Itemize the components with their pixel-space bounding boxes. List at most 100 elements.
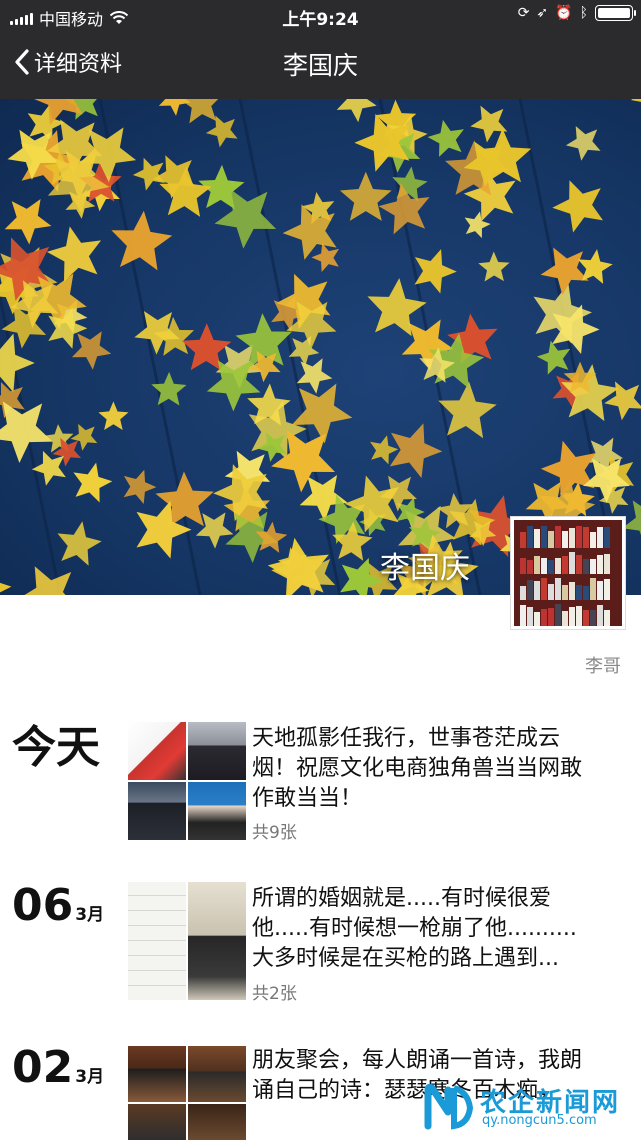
book-spine — [569, 528, 575, 548]
photo-thumbnail — [188, 1046, 246, 1102]
post-date: 02 3月 — [12, 1046, 104, 1090]
book-spine — [569, 582, 575, 600]
leaf-shape — [577, 249, 613, 284]
book-spine — [590, 578, 596, 600]
leaf-shape — [195, 512, 234, 549]
post-text: 所谓的婚姻就是.....有时候很爱他.....有时候想一枪崩了他........… — [252, 886, 577, 971]
leaf-shape — [427, 119, 464, 157]
book-spine — [590, 532, 596, 548]
photo-thumbnail — [128, 1046, 186, 1102]
leaf-shape — [4, 199, 52, 245]
location-icon: ➶ — [536, 5, 549, 21]
site-watermark: 农企新闻网 qy.nongcun5.com — [424, 1082, 634, 1134]
book-spine — [597, 555, 603, 574]
photo-thumbnail — [128, 722, 186, 780]
book-spine — [541, 558, 547, 574]
book-spine — [541, 609, 547, 626]
book-spine — [520, 605, 526, 626]
shelf-row — [520, 602, 616, 626]
shelf-row — [520, 576, 616, 600]
book-spine — [520, 532, 526, 548]
photo-thumbnail — [128, 782, 186, 840]
nav-bar: 详细资料 李国庆 — [0, 32, 641, 99]
post-day: 02 — [12, 1042, 74, 1093]
shelf-row — [520, 550, 616, 574]
book-spine — [569, 552, 575, 574]
book-spine — [590, 610, 596, 626]
post-month: 3月 — [75, 905, 105, 925]
photo-thumbnail — [188, 1104, 246, 1140]
book-spine — [604, 527, 610, 548]
photo-thumbnail — [188, 722, 246, 780]
leaf-shape — [536, 340, 571, 375]
book-spine — [548, 560, 554, 574]
book-spine — [541, 526, 547, 548]
book-spine — [548, 608, 554, 626]
bookshelf-image — [514, 520, 622, 626]
book-spine — [527, 607, 533, 626]
alarm-icon: ⏰ — [555, 5, 573, 21]
book-spine — [562, 531, 568, 548]
book-spine — [548, 531, 554, 548]
leaf-shape — [98, 401, 129, 430]
leaf-shape — [630, 99, 641, 115]
book-spine — [548, 584, 554, 600]
cover-name: 李国庆 — [380, 551, 470, 586]
book-spine — [604, 610, 610, 626]
book-spine — [597, 605, 603, 626]
status-bar: 中国移动 上午9:24 ⟳ ➶ ⏰ ᛒ — [0, 0, 641, 32]
book-spine — [555, 578, 561, 600]
post-photo-grid[interactable] — [128, 1046, 246, 1140]
leaf-shape — [0, 569, 12, 595]
top-bar: 中国移动 上午9:24 ⟳ ➶ ⏰ ᛒ 详细资料 李国庆 — [0, 0, 641, 99]
leaf-shape — [478, 251, 510, 282]
profile-nickname: 李哥 — [585, 656, 621, 677]
watermark-url: qy.nongcun5.com — [482, 1113, 597, 1128]
leaf-shape — [57, 521, 102, 566]
post-photo-grid[interactable] — [128, 722, 246, 840]
book-spine — [597, 527, 603, 548]
book-spine — [576, 606, 582, 626]
photo-count: 共2张 — [252, 984, 297, 1004]
book-spine — [583, 559, 589, 574]
post-photo-grid[interactable] — [128, 882, 246, 1000]
book-spine — [555, 558, 561, 574]
book-spine — [520, 558, 526, 574]
post-text: 天地孤影任我行，世事苍茫成云烟！祝愿文化电商独角兽当当网敢作敢当当！ — [252, 726, 583, 811]
book-spine — [555, 526, 561, 548]
leaf-shape — [414, 249, 457, 294]
photo-thumbnail — [128, 1104, 186, 1140]
leaf-shape — [336, 99, 377, 123]
leaf-shape — [604, 381, 641, 421]
photo-thumbnail — [188, 782, 246, 840]
orientation-lock-icon: ⟳ — [517, 5, 530, 21]
post-date: 06 3月 — [12, 884, 104, 928]
leaf-shape — [158, 99, 191, 116]
shelf-row — [520, 524, 616, 548]
site-logo-icon — [424, 1084, 474, 1130]
photo-count: 共9张 — [252, 823, 297, 843]
book-spine — [534, 612, 540, 626]
photo-thumbnail — [128, 882, 186, 1000]
book-spine — [576, 526, 582, 548]
battery-fill — [598, 8, 630, 18]
book-spine — [534, 529, 540, 548]
bluetooth-icon: ᛒ — [579, 5, 588, 21]
leaf-shape — [339, 171, 392, 221]
book-spine — [569, 607, 575, 626]
book-spine — [583, 586, 589, 600]
book-spine — [527, 560, 533, 574]
post-month: 3月 — [75, 1067, 105, 1087]
avatar[interactable] — [510, 516, 626, 630]
page-title: 李国庆 — [282, 51, 358, 80]
leaf-shape — [438, 381, 497, 439]
leaf-shape — [464, 211, 491, 239]
leaf-shape — [73, 462, 113, 503]
book-spine — [604, 554, 610, 574]
book-spine — [583, 610, 589, 626]
leaf-shape — [540, 247, 589, 296]
book-spine — [576, 555, 582, 574]
leaf-shape — [378, 183, 430, 235]
book-spine — [562, 556, 568, 574]
book-spine — [562, 611, 568, 626]
